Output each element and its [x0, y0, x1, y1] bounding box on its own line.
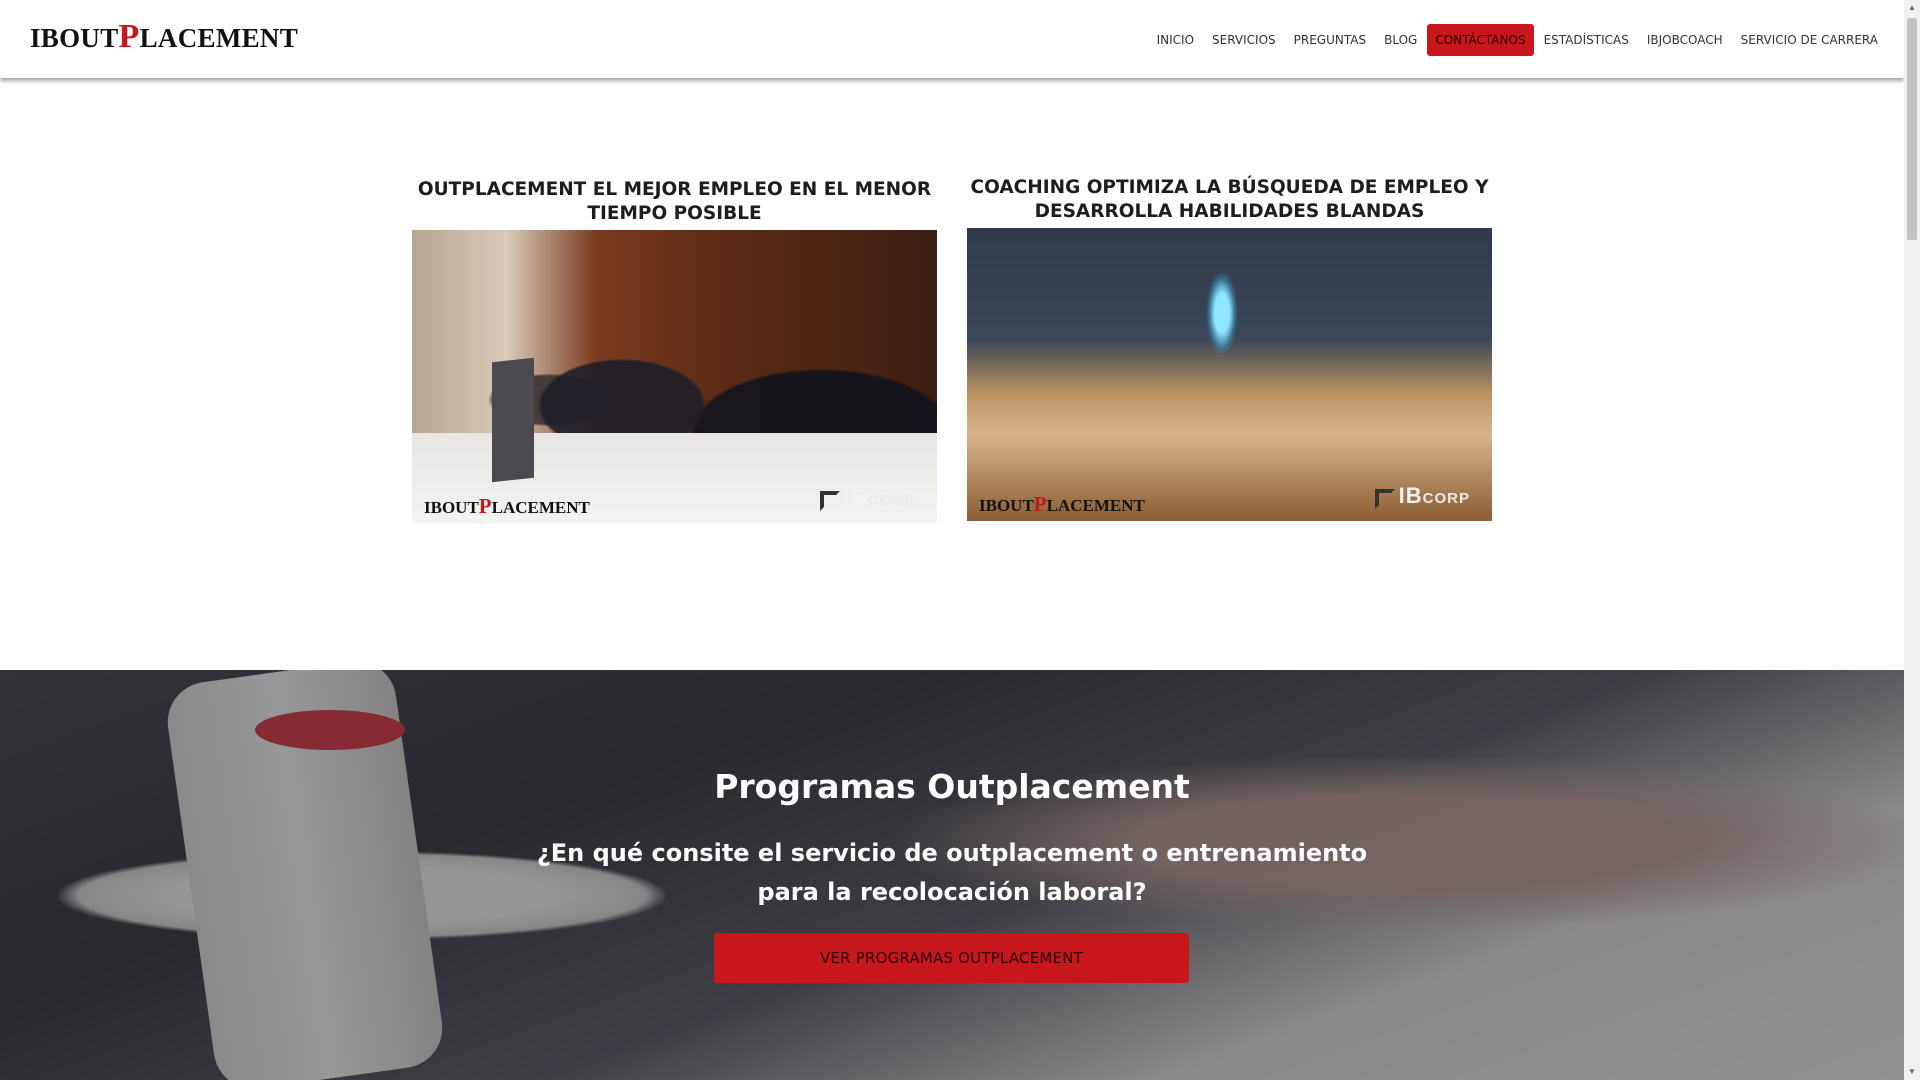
- nav-blog[interactable]: BLOG: [1376, 24, 1425, 56]
- nav-preguntas[interactable]: PREGUNTAS: [1286, 24, 1374, 56]
- scrollbar-thumb[interactable]: [1907, 18, 1917, 240]
- walking-figure-icon: [1207, 273, 1237, 353]
- card-image-office-meeting[interactable]: IBOUTPLACEMENT IBCORP: [412, 230, 937, 523]
- card-image-coaching-blocks[interactable]: IBOUTPLACEMENT IBCORP: [967, 228, 1492, 521]
- watermark-logo: IBOUTPLACEMENT: [979, 492, 1145, 516]
- nav-servicio-de-carrera[interactable]: SERVICIO DE CARRERA: [1733, 24, 1886, 56]
- ibcorp-watermark: IBCORP: [819, 485, 915, 511]
- card-title: COACHING OPTIMIZA LA BÚSQUEDA DE EMPLEO …: [970, 177, 1489, 222]
- nav-ibjobcoach[interactable]: IBJOBCOACH: [1639, 24, 1731, 56]
- monitor-shape: [492, 357, 534, 483]
- hero-title: Programas Outplacement: [714, 767, 1190, 806]
- watermark-logo: IBOUTPLACEMENT: [424, 494, 590, 518]
- main-nav: INICIO SERVICIOS PREGUNTAS BLOG CONTÁCTA…: [1147, 24, 1886, 56]
- page-scrollbar[interactable]: ▲ ▼: [1904, 0, 1920, 1080]
- nav-servicios[interactable]: SERVICIOS: [1204, 24, 1284, 56]
- ibcorp-icon: [1374, 489, 1395, 509]
- card-outplacement: OUTPLACEMENT EL MEJOR EMPLEO EN EL MENOR…: [412, 176, 937, 523]
- site-header: IBOUTPLACEMENT INICIO SERVICIOS PREGUNTA…: [0, 0, 1904, 78]
- ibcorp-icon: [819, 491, 840, 511]
- logo-text-part1: IBOUT: [30, 23, 119, 53]
- logo-text-part3: LACEMENT: [139, 23, 299, 53]
- nav-contactanos[interactable]: CONTÁCTANOS: [1427, 24, 1534, 56]
- ver-programas-button[interactable]: VER PROGRAMAS OUTPLACEMENT: [714, 933, 1189, 983]
- nav-estadisticas[interactable]: ESTADÍSTICAS: [1536, 24, 1637, 56]
- triangle-down-icon[interactable]: ▼: [1904, 1064, 1920, 1080]
- triangle-up-icon[interactable]: ▲: [1904, 0, 1920, 16]
- hero-subtitle: ¿En qué consite el servicio de outplacem…: [536, 839, 1368, 906]
- site-logo[interactable]: IBOUTPLACEMENT: [30, 20, 298, 55]
- logo-text-p: P: [118, 18, 140, 55]
- card-coaching: COACHING OPTIMIZA LA BÚSQUEDA DE EMPLEO …: [967, 174, 1492, 521]
- card-title: OUTPLACEMENT EL MEJOR EMPLEO EN EL MENOR…: [417, 179, 932, 224]
- hero-programas: Programas Outplacement ¿En qué consite e…: [0, 670, 1904, 1080]
- nav-inicio[interactable]: INICIO: [1149, 24, 1202, 56]
- ibcorp-watermark: IBCORP: [1374, 483, 1470, 509]
